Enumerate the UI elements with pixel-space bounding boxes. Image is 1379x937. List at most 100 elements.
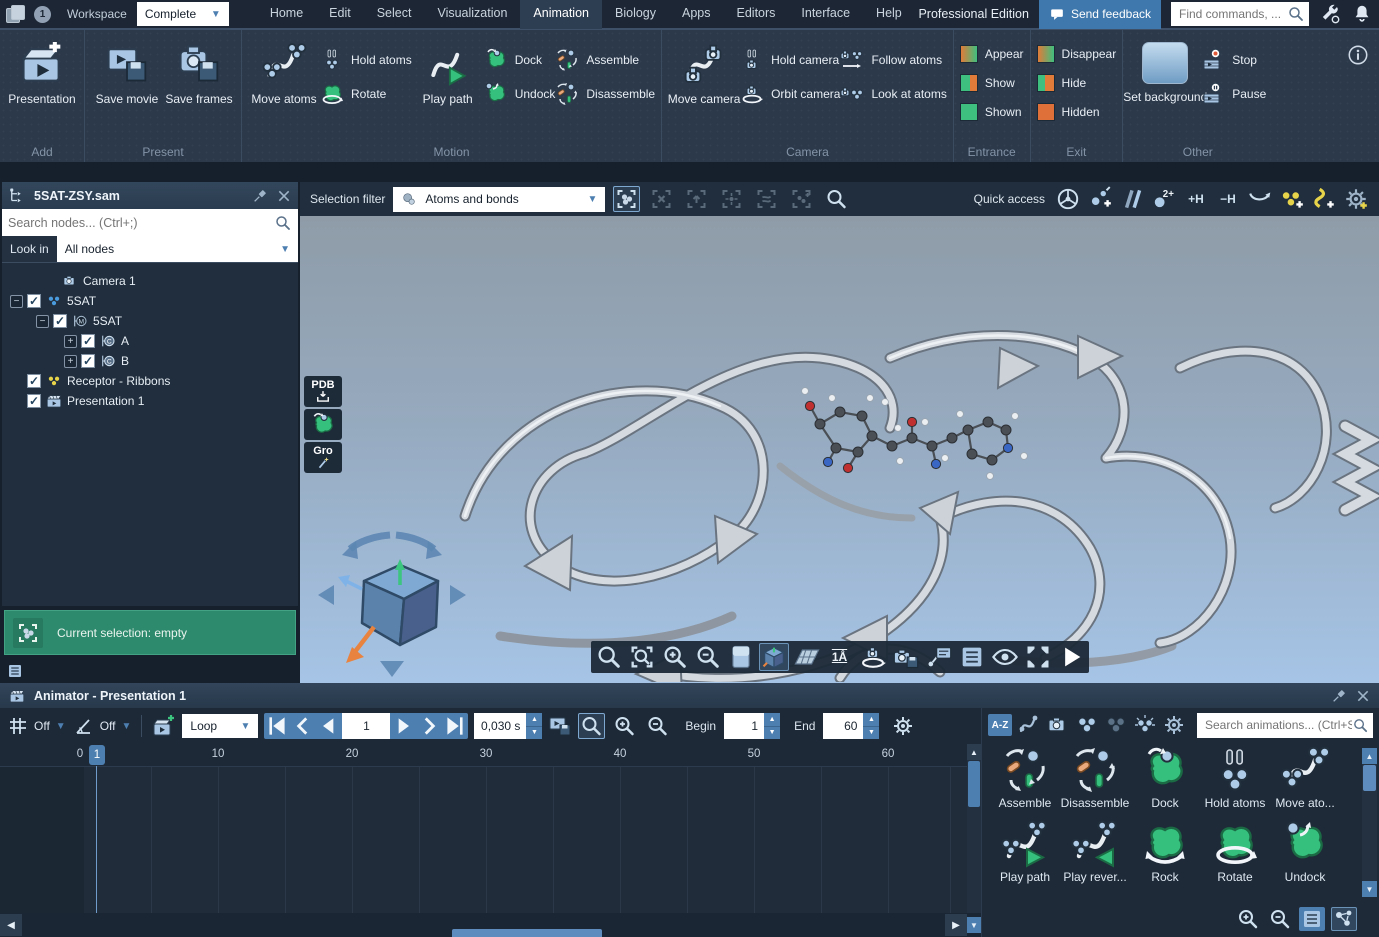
animation-search-box[interactable] xyxy=(1197,713,1373,738)
zoom-selection-button[interactable] xyxy=(627,643,657,671)
settings-wrench-icon[interactable] xyxy=(1319,3,1341,25)
select-all-button[interactable] xyxy=(613,186,640,212)
add-animation-button[interactable] xyxy=(152,714,176,738)
background-button[interactable] xyxy=(726,643,756,671)
checkbox[interactable]: ✓ xyxy=(53,314,67,328)
library-zoom-in-button[interactable] xyxy=(1235,907,1261,931)
animation-item[interactable]: Undock xyxy=(1270,820,1340,892)
orbit-camera-button[interactable] xyxy=(858,643,888,671)
find-commands-box[interactable] xyxy=(1171,2,1309,26)
add-atom-icon[interactable] xyxy=(1087,186,1113,212)
spin-up[interactable]: ▲ xyxy=(526,713,542,726)
workspace-dropdown[interactable]: Complete ▼ xyxy=(137,2,229,26)
panel-tab-icon[interactable] xyxy=(6,662,24,680)
spin-up[interactable]: ▲ xyxy=(764,713,780,726)
grid-plane-button[interactable] xyxy=(792,643,822,671)
timeline[interactable]: 0 10 20 30 40 50 60 1 xyxy=(0,744,981,937)
add-molecule-icon[interactable] xyxy=(1279,186,1305,212)
menu-help[interactable]: Help xyxy=(863,0,915,29)
pin-icon[interactable] xyxy=(1331,688,1347,704)
expander[interactable]: + xyxy=(64,335,77,348)
library-settings-gear-icon[interactable] xyxy=(1162,713,1186,737)
icon-view-button[interactable] xyxy=(1331,907,1357,931)
animation-item[interactable]: Hold atoms xyxy=(1200,746,1270,818)
add-ribbon-icon[interactable] xyxy=(1311,186,1337,212)
animation-item[interactable]: Rotate xyxy=(1200,820,1270,892)
checkbox[interactable]: ✓ xyxy=(27,294,41,308)
filter-atoms-light-icon[interactable] xyxy=(1075,713,1099,737)
add-gear-icon[interactable] xyxy=(1343,186,1369,212)
zoom-out-button[interactable] xyxy=(693,643,723,671)
move-atoms-button[interactable]: Move atoms xyxy=(248,38,320,106)
play-button[interactable] xyxy=(1056,643,1086,671)
download-pdb-button[interactable]: PDB xyxy=(304,376,342,407)
animation-item[interactable]: Move ato... xyxy=(1270,746,1340,818)
checkbox[interactable]: ✓ xyxy=(27,374,41,388)
loop-mode-dropdown[interactable]: Loop ▼ xyxy=(182,714,258,738)
appear-button[interactable]: Appear xyxy=(960,42,1024,66)
menu-home[interactable]: Home xyxy=(257,0,316,29)
scroll-down-arrow[interactable]: ▼ xyxy=(967,917,981,933)
tree-row-camera[interactable]: Camera 1 xyxy=(2,271,298,291)
menu-edit[interactable]: Edit xyxy=(316,0,364,29)
render-canvas[interactable]: PDB Gro xyxy=(300,216,1379,683)
orbit-camera-button[interactable]: Orbit camera xyxy=(740,82,840,106)
disappear-button[interactable]: Disappear xyxy=(1037,42,1117,66)
filter-effects-icon[interactable] xyxy=(1133,713,1157,737)
checkbox[interactable]: ✓ xyxy=(81,334,95,348)
annotation-button[interactable] xyxy=(924,643,954,671)
save-frames-button[interactable]: Save frames xyxy=(163,38,235,106)
playhead-marker[interactable]: 1 xyxy=(89,745,105,765)
nav-cube-toggle-button[interactable] xyxy=(759,643,789,671)
scrollbar-thumb[interactable] xyxy=(1363,765,1376,791)
grid-snap-dropdown[interactable]: Off ▼ xyxy=(6,714,66,738)
animation-item[interactable]: Play path xyxy=(990,820,1060,892)
timeline-vertical-scrollbar[interactable]: ▲ xyxy=(967,744,981,913)
follow-atoms-button[interactable]: Follow atoms xyxy=(840,48,946,72)
set-background-button[interactable]: Set background xyxy=(1129,38,1201,104)
app-window-icon[interactable] xyxy=(6,5,26,23)
export-movie-button[interactable] xyxy=(548,714,572,738)
scroll-left-arrow[interactable]: ◀ xyxy=(0,914,22,936)
previous-frame-button[interactable] xyxy=(316,713,342,739)
animator-settings-gear-icon[interactable] xyxy=(891,714,915,738)
notification-badge[interactable]: 1 xyxy=(34,6,51,23)
deselect-button[interactable] xyxy=(648,186,675,212)
search-selection-button[interactable] xyxy=(823,186,850,212)
timeline-ruler[interactable]: 0 10 20 30 40 50 60 1 xyxy=(0,744,967,766)
pause-button[interactable]: Pause xyxy=(1201,82,1266,106)
sort-alphabetical-button[interactable]: A-Z xyxy=(988,714,1012,736)
list-view-button[interactable] xyxy=(1299,907,1325,931)
scroll-up-arrow[interactable]: ▲ xyxy=(967,744,981,760)
scroll-down-arrow[interactable]: ▼ xyxy=(1362,881,1377,897)
timeline-grid[interactable] xyxy=(0,766,967,913)
ion-charge-icon[interactable]: 2+ xyxy=(1151,186,1177,212)
timeline-fit-button[interactable] xyxy=(578,713,605,739)
assemble-button[interactable]: Assemble xyxy=(555,48,655,72)
menu-animation[interactable]: Animation xyxy=(520,0,602,29)
scroll-right-arrow[interactable]: ▶ xyxy=(945,914,967,936)
add-hydrogens-icon[interactable]: +H xyxy=(1183,186,1209,212)
hold-camera-button[interactable]: Hold camera xyxy=(740,48,840,72)
look-at-atoms-button[interactable]: Look at atoms xyxy=(840,82,946,106)
timeline-zoom-out-button[interactable] xyxy=(644,713,671,739)
animation-search-input[interactable] xyxy=(1205,718,1352,732)
zoom-all-button[interactable] xyxy=(594,643,624,671)
bond-tool-icon[interactable] xyxy=(1119,186,1145,212)
tree-row-presentation[interactable]: ✓ Presentation 1 xyxy=(2,391,298,411)
checkbox[interactable]: ✓ xyxy=(27,394,41,408)
tree-row-chain-b[interactable]: + ✓ C B xyxy=(2,351,298,371)
hold-atoms-button[interactable]: Hold atoms xyxy=(320,48,412,72)
grow-selection-button[interactable] xyxy=(718,186,745,212)
node-search-input[interactable] xyxy=(8,216,268,230)
dock-button[interactable]: Dock xyxy=(484,48,556,72)
expander[interactable]: − xyxy=(10,295,23,308)
minimize-energy-icon[interactable] xyxy=(1247,186,1273,212)
send-feedback-button[interactable]: Send feedback xyxy=(1039,0,1161,29)
animation-item[interactable]: Play rever... xyxy=(1060,820,1130,892)
tree-row-chain-a[interactable]: + ✓ C A xyxy=(2,331,298,351)
expander[interactable]: − xyxy=(36,315,49,328)
spin-down[interactable]: ▼ xyxy=(863,726,879,740)
select-similar-button[interactable] xyxy=(753,186,780,212)
library-vertical-scrollbar[interactable]: ▲ ▼ xyxy=(1362,748,1377,897)
